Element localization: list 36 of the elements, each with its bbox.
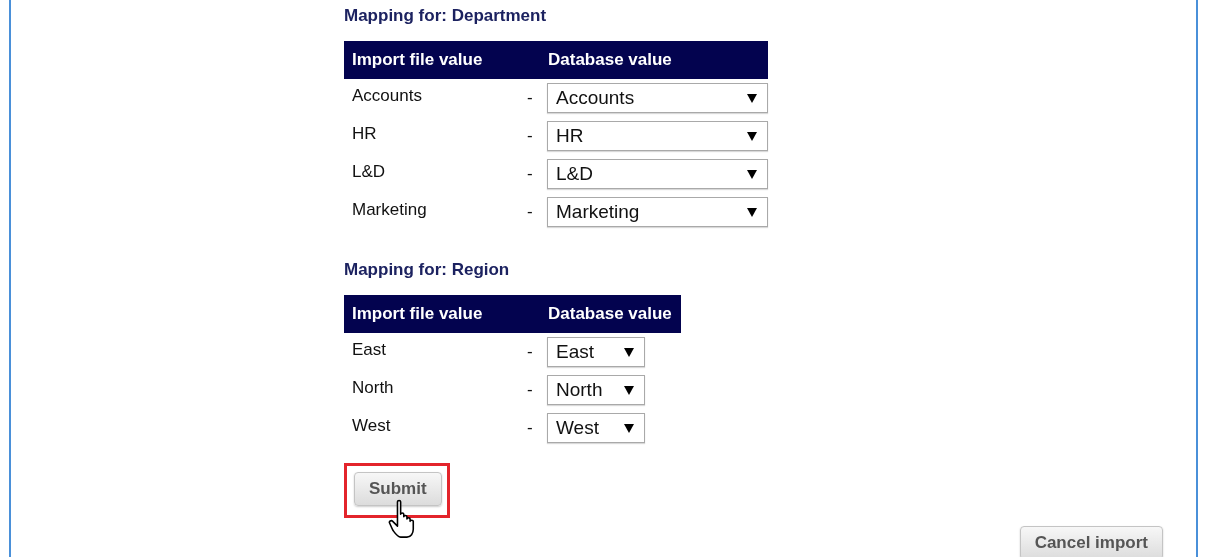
database-value-dropdown[interactable]: North (547, 375, 645, 405)
caret-icon (747, 93, 757, 103)
column-header: Database value (548, 50, 672, 70)
column-header: Import file value (352, 304, 484, 324)
database-value-dropdown[interactable]: HR (547, 121, 768, 151)
database-value-dropdown[interactable]: West (547, 413, 645, 443)
column-header: Database value (548, 304, 672, 324)
caret-icon (624, 385, 634, 395)
import-value: North (352, 378, 395, 398)
caret-icon (747, 207, 757, 217)
separator: - (527, 88, 534, 108)
database-value-dropdown[interactable]: L&D (547, 159, 768, 189)
separator: - (527, 418, 534, 438)
import-value: East (352, 340, 388, 360)
separator: - (527, 202, 534, 222)
column-header: Import file value (352, 50, 484, 70)
database-value-dropdown[interactable]: Accounts (547, 83, 768, 113)
database-value-dropdown[interactable]: Marketing (547, 197, 768, 227)
import-value: L&D (352, 162, 387, 182)
import-value: HR (352, 124, 378, 144)
caret-icon (624, 423, 634, 433)
caret-icon (747, 169, 757, 179)
caret-icon (747, 131, 757, 141)
separator: - (527, 164, 534, 184)
import-value: West (352, 416, 392, 436)
separator: - (527, 126, 534, 146)
separator: - (527, 342, 534, 362)
mapping-heading: Mapping for: Department (344, 5, 547, 27)
cancel-import-button[interactable]: Cancel import (1019, 526, 1163, 557)
import-value: Accounts (352, 86, 423, 106)
caret-icon (624, 347, 634, 357)
mapping-heading: Mapping for: Region (344, 259, 510, 281)
submit-button[interactable]: Submit (354, 472, 442, 506)
database-value-dropdown[interactable]: East (547, 337, 645, 367)
separator: - (527, 380, 534, 400)
import-value: Marketing (352, 200, 428, 220)
